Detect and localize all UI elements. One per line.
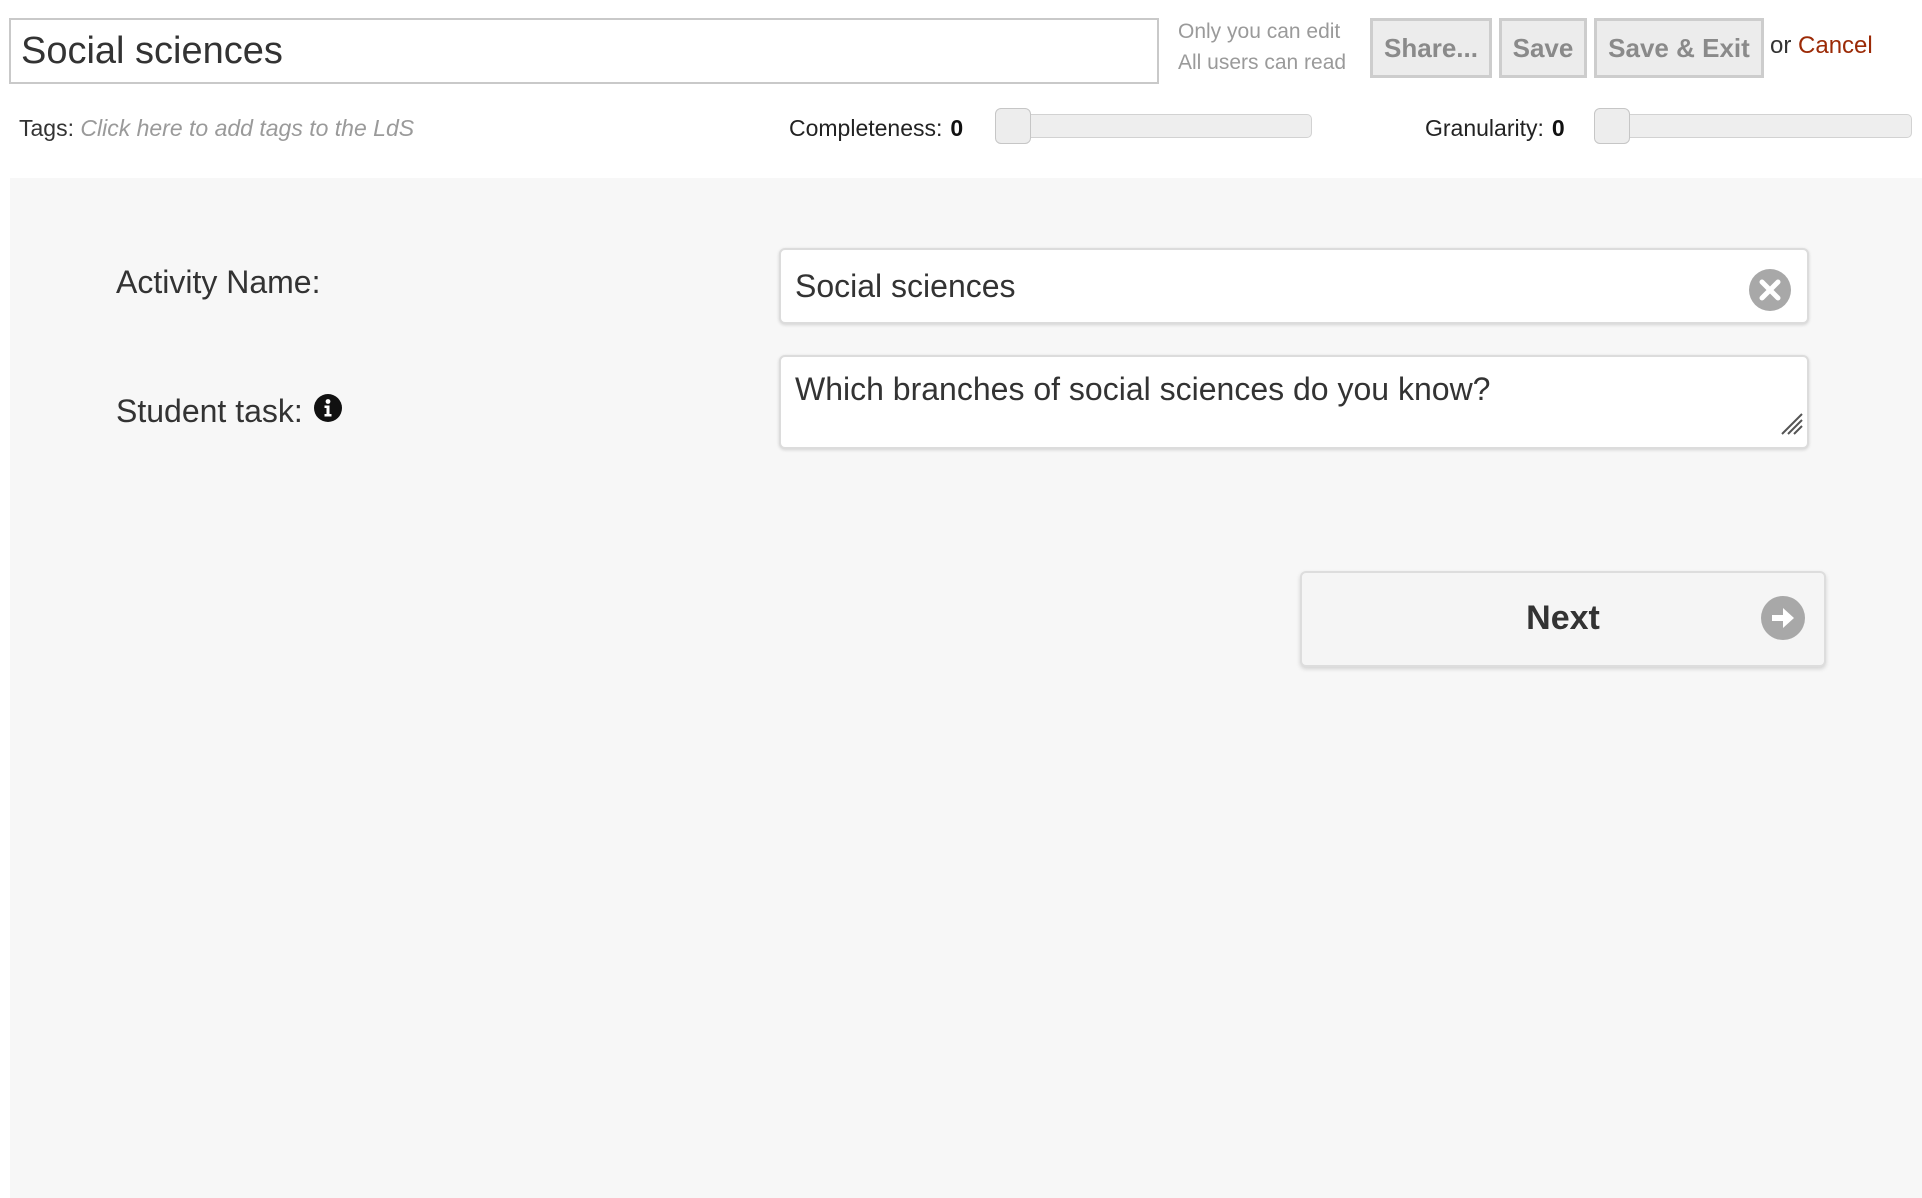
permissions-info: Only you can edit All users can read: [1178, 16, 1346, 78]
clear-icon[interactable]: [1748, 265, 1792, 337]
next-label: Next: [1526, 599, 1600, 637]
granularity-label-text: Granularity:: [1425, 115, 1544, 141]
save-button[interactable]: Save: [1499, 18, 1587, 78]
activity-name-label: Activity Name:: [116, 264, 321, 300]
completeness-slider-handle[interactable]: [995, 108, 1031, 144]
tags-row: Tags: Click here to add tags to the LdS: [19, 115, 414, 142]
activity-name-input[interactable]: Social sciences: [779, 248, 1809, 324]
completeness-value: 0: [950, 115, 964, 141]
completeness-label-text: Completeness:: [789, 115, 943, 141]
lds-title-input[interactable]: Social sciences: [9, 18, 1159, 84]
completeness-label: Completeness: 0: [789, 115, 963, 142]
activity-form-panel: Activity Name: Student task: Social scie…: [10, 178, 1922, 1198]
resize-grip-icon[interactable]: [1778, 407, 1804, 444]
student-task-label-text: Student task:: [116, 393, 303, 429]
student-task-textarea[interactable]: Which branches of social sciences do you…: [779, 355, 1809, 449]
student-task-label: Student task:: [116, 393, 343, 431]
cancel-link[interactable]: Cancel: [1798, 32, 1873, 59]
read-permission-text: All users can read: [1178, 51, 1347, 74]
completeness-slider-track[interactable]: [996, 114, 1312, 138]
save-exit-button[interactable]: Save & Exit: [1594, 18, 1764, 78]
add-tags-link[interactable]: Click here to add tags to the LdS: [80, 115, 414, 141]
granularity-slider-handle[interactable]: [1594, 108, 1630, 144]
activity-name-value: Social sciences: [795, 268, 1016, 304]
next-button[interactable]: Next: [1300, 571, 1826, 667]
edit-permission-text: Only you can edit: [1178, 20, 1341, 43]
granularity-label: Granularity: 0: [1425, 115, 1565, 142]
granularity-slider-track[interactable]: [1595, 114, 1912, 138]
arrow-right-circle-icon: [1760, 595, 1806, 646]
or-text: or: [1770, 32, 1792, 59]
or-cancel: or Cancel: [1770, 32, 1873, 60]
student-task-value: Which branches of social sciences do you…: [795, 371, 1491, 407]
info-icon[interactable]: [313, 393, 343, 431]
granularity-value: 0: [1551, 115, 1565, 141]
share-button[interactable]: Share...: [1370, 18, 1492, 78]
tags-label: Tags:: [19, 115, 74, 141]
